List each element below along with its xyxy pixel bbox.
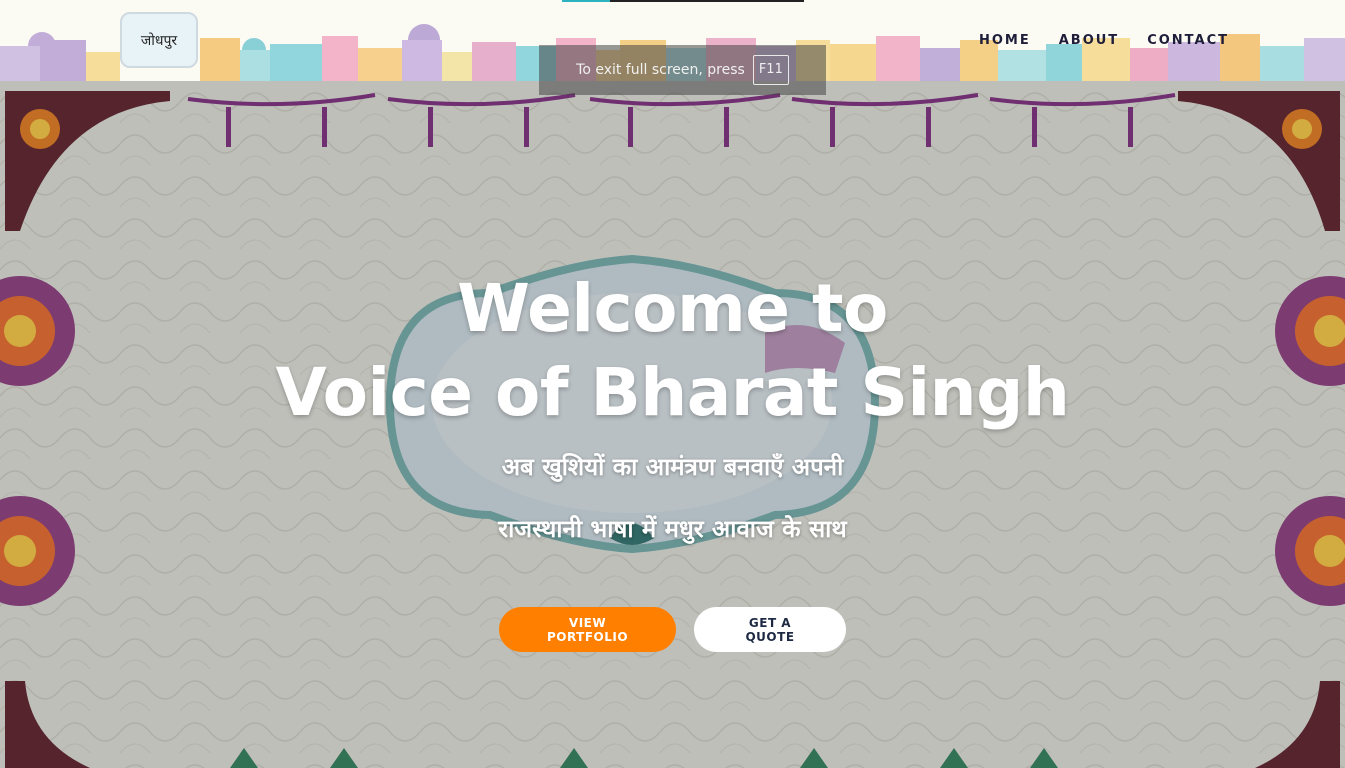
hero-cta-group: VIEW PORTFOLIO GET A QUOTE	[0, 607, 1345, 652]
nav-contact-link[interactable]: CONTACT	[1147, 33, 1229, 48]
f11-key-badge: F11	[752, 55, 789, 85]
view-portfolio-button[interactable]: VIEW PORTFOLIO	[499, 607, 676, 652]
hero-title: Welcome to Voice of Bharat Singh	[0, 267, 1345, 435]
nav-about-link[interactable]: ABOUT	[1059, 33, 1119, 48]
hero-subtitle-line1: अब खुशियों का आमंत्रण बनवाएँ अपनी	[501, 453, 844, 481]
hero-section: Welcome to Voice of Bharat Singh अब खुशि…	[0, 81, 1345, 768]
logo-text: जोधपुर	[140, 32, 178, 49]
site-logo[interactable]: जोधपुर	[120, 12, 198, 68]
hero-subtitle-line2: राजस्थानी भाषा में मधुर आवाज के साथ	[498, 515, 847, 543]
main-nav: HOME ABOUT CONTACT	[979, 33, 1229, 48]
fullscreen-exit-toast: To exit full screen, press F11	[539, 45, 826, 95]
nav-home-link[interactable]: HOME	[979, 33, 1031, 48]
toast-message: To exit full screen, press	[576, 62, 745, 78]
get-a-quote-button[interactable]: GET A QUOTE	[694, 607, 846, 652]
hero-title-line2: Voice of Bharat Singh	[275, 354, 1070, 431]
browser-progress-strip	[562, 0, 804, 2]
hero-text: Welcome to Voice of Bharat Singh अब खुशि…	[0, 267, 1345, 545]
hero-title-line1: Welcome to	[457, 270, 888, 347]
